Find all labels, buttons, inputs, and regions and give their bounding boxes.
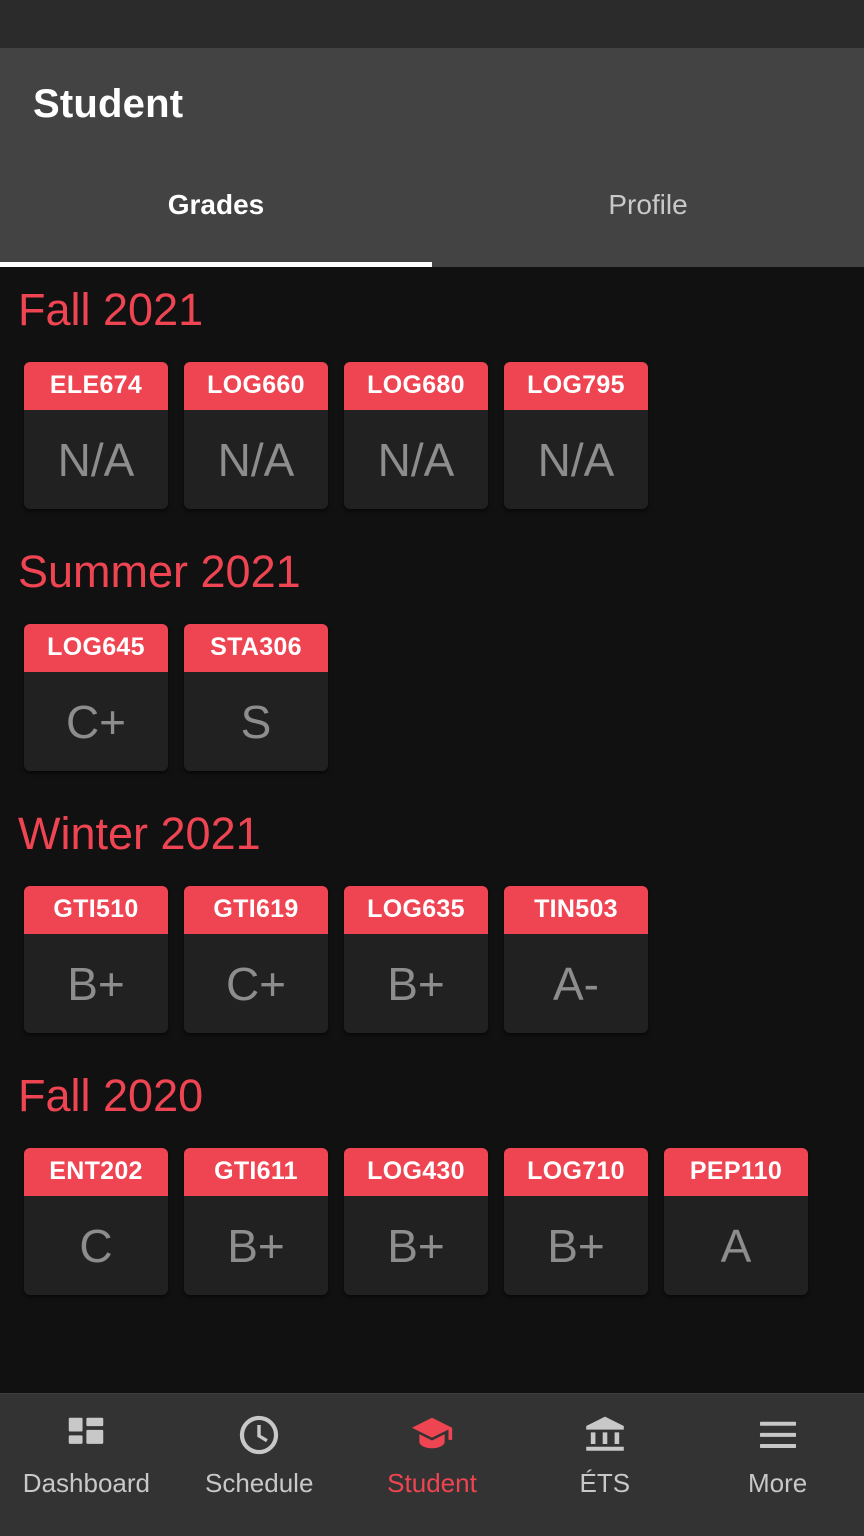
course-card[interactable]: LOG645 C+ [24, 624, 168, 771]
course-grade: B+ [387, 957, 445, 1010]
term-section: Winter 2021 GTI510 B+ GTI619 C+ LOG635 B+ TIN50… [0, 811, 864, 1033]
course-card[interactable]: STA306 S [184, 624, 328, 771]
course-code: STA306 [184, 624, 328, 672]
term-title: Fall 2020 [18, 1070, 204, 1121]
clock-icon [236, 1412, 282, 1458]
course-card-row: ELE674 N/A LOG660 N/A LOG680 N/A LOG795 N/A [0, 362, 864, 509]
course-card[interactable]: ELE674 N/A [24, 362, 168, 509]
tab-profile[interactable]: Profile [432, 185, 864, 267]
graduation-cap-icon [409, 1412, 455, 1458]
course-grade: N/A [57, 433, 135, 486]
course-card[interactable]: LOG680 N/A [344, 362, 488, 509]
app-root: Student Grades Profile Fall 2021 ELE674 N/A… [0, 0, 864, 1536]
course-code: LOG710 [504, 1148, 648, 1196]
course-code: GTI619 [184, 886, 328, 934]
course-grade: N/A [217, 433, 295, 486]
nav-item-label: Schedule [204, 1468, 314, 1498]
course-card[interactable]: TIN503 A- [504, 886, 648, 1033]
tab-grades[interactable]: Grades [0, 185, 432, 267]
nav-item-ts[interactable]: ÉTS [518, 1412, 691, 1496]
nav-item-label: Student [387, 1468, 477, 1498]
course-grade: B+ [227, 1219, 285, 1272]
nav-item-label: ÉTS [579, 1468, 631, 1498]
course-card[interactable]: GTI510 B+ [24, 886, 168, 1033]
course-grade: B+ [67, 957, 125, 1010]
course-card[interactable]: LOG710 B+ [504, 1148, 648, 1295]
course-grade: N/A [537, 433, 615, 486]
course-code: LOG795 [504, 362, 648, 410]
term-title: Summer 2021 [18, 546, 301, 597]
course-grade: A [720, 1219, 752, 1272]
course-grade: C+ [225, 957, 287, 1010]
course-card-row: LOG645 C+ STA306 S [0, 624, 864, 771]
course-grade: B+ [387, 1219, 445, 1272]
term-section: Summer 2021 LOG645 C+ STA306 S [0, 549, 864, 771]
course-grade: S [240, 695, 272, 748]
course-grade: C+ [65, 695, 127, 748]
course-card[interactable]: LOG795 N/A [504, 362, 648, 509]
course-code: GTI611 [184, 1148, 328, 1196]
term-section: Fall 2021 ELE674 N/A LOG660 N/A LOG680 N/A LOG7… [0, 287, 864, 509]
status-bar [0, 0, 864, 48]
course-card-row: GTI510 B+ GTI619 C+ LOG635 B+ TIN503 A- [0, 886, 864, 1033]
hamburger-menu-icon [755, 1412, 801, 1458]
course-code: LOG430 [344, 1148, 488, 1196]
course-code: LOG660 [184, 362, 328, 410]
term-section: Fall 2020 ENT202 C GTI611 B+ LOG430 B+ LOG710 B+… [0, 1073, 864, 1295]
nav-item-student[interactable]: Student [346, 1412, 519, 1496]
course-card-row: ENT202 C GTI611 B+ LOG430 B+ LOG710 B+ PEP110 A [0, 1148, 864, 1295]
course-card[interactable]: LOG635 B+ [344, 886, 488, 1033]
nav-item-label: Dashboard [22, 1468, 150, 1498]
course-code: GTI510 [24, 886, 168, 934]
bottom-navigation-bar: Dashboard Schedule Student ÉTS More [0, 1393, 864, 1536]
course-card[interactable]: GTI611 B+ [184, 1148, 328, 1295]
course-card[interactable]: GTI619 C+ [184, 886, 328, 1033]
grades-scroll-area[interactable]: Fall 2021 ELE674 N/A LOG660 N/A LOG680 N/A LOG7… [0, 267, 864, 1393]
course-code: PEP110 [664, 1148, 808, 1196]
page-title: Student [33, 82, 184, 126]
course-card[interactable]: LOG660 N/A [184, 362, 328, 509]
nav-item-label: More [747, 1468, 808, 1498]
tab-bar: Grades Profile [0, 185, 864, 267]
course-grade: B+ [547, 1219, 605, 1272]
tab-label: Profile [608, 189, 688, 220]
course-card[interactable]: LOG430 B+ [344, 1148, 488, 1295]
course-code: LOG635 [344, 886, 488, 934]
dashboard-grid-icon [63, 1412, 109, 1458]
nav-item-schedule[interactable]: Schedule [173, 1412, 346, 1496]
course-code: LOG645 [24, 624, 168, 672]
nav-item-dashboard[interactable]: Dashboard [0, 1412, 173, 1496]
term-title: Winter 2021 [18, 808, 261, 859]
course-grade: A- [553, 957, 599, 1010]
course-grade: N/A [377, 433, 455, 486]
app-bar: Student Grades Profile [0, 48, 864, 267]
course-card[interactable]: PEP110 A [664, 1148, 808, 1295]
course-code: ELE674 [24, 362, 168, 410]
bank-icon [582, 1412, 628, 1458]
term-title: Fall 2021 [18, 284, 204, 335]
course-code: TIN503 [504, 886, 648, 934]
course-grade: C [79, 1219, 113, 1272]
course-card[interactable]: ENT202 C [24, 1148, 168, 1295]
nav-item-more[interactable]: More [691, 1412, 864, 1496]
course-code: ENT202 [24, 1148, 168, 1196]
course-code: LOG680 [344, 362, 488, 410]
tab-label: Grades [167, 189, 265, 220]
